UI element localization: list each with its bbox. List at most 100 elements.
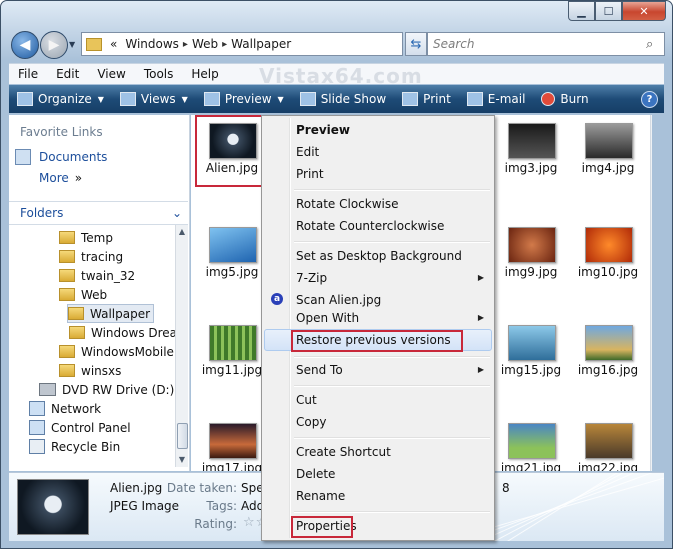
search-icon[interactable]: ⌕ [646,37,664,52]
slideshow-button[interactable]: Slide Show [292,92,394,106]
file-list-scrollbar[interactable]: ▲ ▼ [650,115,652,471]
printer-icon [402,92,419,106]
forward-button[interactable]: ▶ [40,31,68,59]
favorite-documents[interactable]: Documents [15,149,107,165]
scroll-thumb[interactable] [177,423,188,449]
file-item-img16[interactable]: img16.jpg [573,325,643,395]
menu-item-print[interactable]: Print [296,165,324,183]
dvd-drive-icon [39,383,56,396]
preview-button[interactable]: Preview ▼ [196,92,292,106]
tree-item-recycle-bin[interactable]: Recycle Bin [29,438,120,455]
tree-item-label: Recycle Bin [51,439,121,454]
thumbnail-image [585,423,633,459]
tree-item-network[interactable]: Network [29,400,101,417]
breadcrumb-overflow[interactable]: « [106,37,121,51]
menu-separator [294,511,490,513]
file-item-img4[interactable]: img4.jpg [573,123,643,193]
file-item-img3[interactable]: img3.jpg [496,123,566,193]
command-bar: Organize ▼ Views ▼ Preview ▼ Slide Show … [9,85,664,113]
collapse-icon[interactable]: ⌄ [161,206,188,220]
thumbnail-image [209,325,257,361]
views-button[interactable]: Views ▼ [112,92,196,106]
menu-item-create-shortcut[interactable]: Create Shortcut [296,443,391,461]
print-button[interactable]: Print [394,92,459,106]
menu-item-cut[interactable]: Cut [296,391,317,409]
help-button[interactable]: ? [641,91,658,108]
breadcrumb-wallpaper[interactable]: Wallpaper [227,37,295,51]
tree-item-label: Web [81,287,108,302]
menu-item-send-to[interactable]: Send To [296,361,343,379]
navigation-pane: Favorite Links Documents More » Folders … [9,115,190,471]
organize-button[interactable]: Organize ▼ [9,92,112,106]
tree-item-label: DVD RW Drive (D:) [62,382,175,397]
search-box[interactable]: Search ⌕ [427,32,665,56]
submenu-arrow-icon: ▶ [477,273,484,282]
tree-item-control-panel[interactable]: Control Panel [29,419,131,436]
recent-pages-dropdown[interactable]: ▼ [69,40,75,49]
menu-tools[interactable]: Tools [135,67,183,81]
menu-item-scan[interactable]: Scan Alien.jpg [296,291,381,309]
folder-icon [59,345,75,358]
tree-item-dvd-drive[interactable]: DVD RW Drive (D:) [39,381,174,398]
close-button[interactable]: ✕ [622,1,666,21]
menu-item-edit[interactable]: Edit [296,143,319,161]
menu-item-rename[interactable]: Rename [296,487,345,505]
file-item-img10[interactable]: img10.jpg [573,227,643,297]
tree-item-label: Windows Dream [91,325,175,340]
back-button[interactable]: ◀ [11,31,39,59]
menu-item-copy[interactable]: Copy [296,413,326,431]
tree-scrollbar[interactable]: ▲ ▼ [175,225,188,467]
search-input[interactable]: Search [428,37,646,51]
menu-help[interactable]: Help [182,67,227,81]
breadcrumb-web[interactable]: Web [188,37,222,51]
menu-item-delete[interactable]: Delete [296,465,335,483]
burn-button[interactable]: Burn [533,92,596,106]
file-name: img16.jpg [577,363,639,377]
date-taken-label: Date taken: [166,481,237,495]
menu-item-open-with[interactable]: Open With [296,309,359,327]
tree-item-tracing[interactable]: tracing [59,248,123,265]
file-item-img11[interactable]: img11.jpg [197,325,267,395]
scroll-down-arrow[interactable]: ▼ [176,455,188,464]
menu-file[interactable]: File [9,67,47,81]
folders-header[interactable]: Folders ⌄ [9,201,188,225]
menu-item-rotate-counterclockwise[interactable]: Rotate Counterclockwise [296,217,444,235]
file-item-img22[interactable]: img22.jpg [573,423,643,471]
file-item-img9[interactable]: img9.jpg [496,227,566,297]
scroll-down-arrow[interactable]: ▼ [651,457,652,466]
menu-item-preview[interactable]: Preview [296,121,350,139]
navigation-bar: ◀ ▶ ▼ « Windows ▸ Web ▸ Wallpaper ⇆ Sear… [9,29,665,59]
file-item-img5[interactable]: img5.jpg [197,227,267,297]
menu-item-7zip[interactable]: 7-Zip [296,269,327,287]
breadcrumb-windows[interactable]: Windows [121,37,183,51]
tree-item-twain32[interactable]: twain_32 [59,267,135,284]
email-button[interactable]: E-mail [459,92,534,106]
tree-item-windowsmobile[interactable]: WindowsMobile [59,343,174,360]
menu-view[interactable]: View [88,67,134,81]
favorite-more[interactable]: More » [39,171,82,185]
thumbnail-image [209,227,257,263]
print-label: Print [423,92,451,106]
file-item-alien[interactable]: Alien.jpg [197,123,267,193]
address-bar[interactable]: « Windows ▸ Web ▸ Wallpaper [81,32,403,56]
refresh-button[interactable]: ⇆ [405,32,427,56]
tree-item-windows-dream[interactable]: Windows Dream [69,324,175,341]
menu-item-rotate-clockwise[interactable]: Rotate Clockwise [296,195,399,213]
burn-label: Burn [560,92,589,106]
scroll-up-arrow[interactable]: ▲ [176,227,188,236]
file-item-img21[interactable]: img21.jpg [496,423,566,471]
file-name: img9.jpg [504,265,558,279]
minimize-button[interactable]: ▁ [568,1,595,21]
tree-item-label: winsxs [81,363,122,378]
menu-item-set-desktop-background[interactable]: Set as Desktop Background [296,247,462,265]
file-item-img17[interactable]: img17.jpg [197,423,267,471]
email-label: E-mail [487,92,526,106]
tree-item-web[interactable]: Web [59,286,107,303]
file-item-img15[interactable]: img15.jpg [496,325,566,395]
scroll-up-arrow[interactable]: ▲ [651,118,652,127]
tree-item-winsxs[interactable]: winsxs [59,362,121,379]
tree-item-wallpaper[interactable]: Wallpaper [67,304,155,323]
tree-item-temp[interactable]: Temp [59,229,113,246]
maximize-button[interactable]: ☐ [595,1,622,21]
menu-edit[interactable]: Edit [47,67,88,81]
